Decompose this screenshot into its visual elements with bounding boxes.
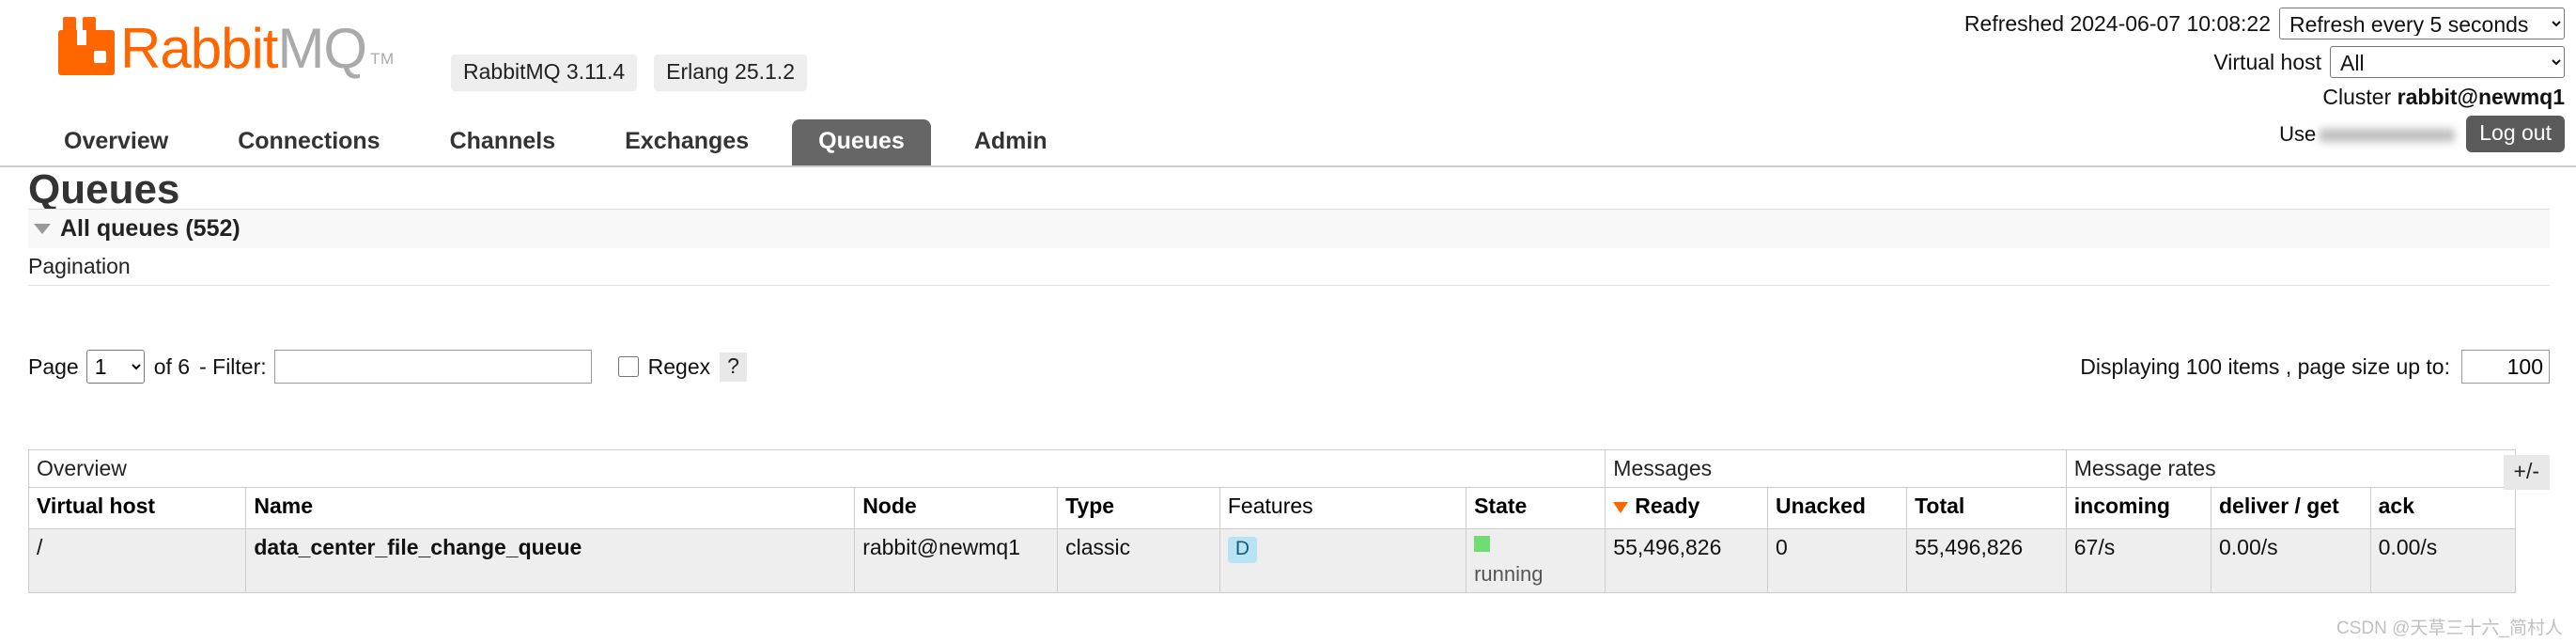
all-queues-label: All queues (552) (60, 215, 241, 242)
cell-node: rabbit@newmq1 (854, 528, 1059, 593)
cell-incoming: 67/s (2065, 528, 2211, 593)
column-virtual-host[interactable]: Virtual host (27, 487, 247, 529)
filter-label: - Filter: (199, 353, 267, 379)
regex-checkbox[interactable] (617, 356, 639, 377)
group-message-rates: Message rates (2065, 449, 2517, 488)
table-column-header-row: Virtual host Name Node Type Features Sta… (27, 487, 2517, 529)
column-node[interactable]: Node (854, 487, 1059, 529)
tab-admin[interactable]: Admin (948, 119, 1074, 165)
state-label: running (1474, 562, 1544, 586)
cell-queue-name[interactable]: data_center_file_change_queue (245, 528, 856, 593)
rabbitmq-logo[interactable]: RabbitMQ TM (58, 17, 395, 77)
page-size-input[interactable] (2461, 350, 2550, 384)
watermark: CSDN @天草三十六_简村人 (2336, 619, 2563, 638)
column-incoming[interactable]: incoming (2065, 487, 2211, 529)
column-type[interactable]: Type (1057, 487, 1220, 529)
badge-erlang-version: Erlang 25.1.2 (654, 55, 807, 91)
virtual-host-label: Virtual host (2213, 49, 2321, 74)
filter-input[interactable] (273, 350, 592, 384)
column-name[interactable]: Name (245, 487, 856, 529)
tab-connections[interactable]: Connections (211, 119, 406, 165)
tab-queues[interactable]: Queues (792, 119, 931, 165)
queues-table-container: +/- Overview Messages Message rates Virt… (27, 449, 2550, 593)
tab-exchanges[interactable]: Exchanges (598, 119, 775, 165)
cell-ack: 0.00/s (2369, 528, 2517, 593)
logo-mq-text: MQ (277, 17, 367, 80)
queues-table: Overview Messages Message rates Virtual … (27, 449, 2517, 593)
nav-tab-list: Overview Connections Channels Exchanges … (0, 118, 2576, 165)
durable-feature-badge[interactable]: D (1227, 537, 1258, 563)
pagination-title: Pagination (28, 254, 2550, 286)
group-messages: Messages (1605, 449, 2067, 488)
table-group-header-row: Overview Messages Message rates (27, 449, 2517, 488)
column-ready[interactable]: Ready (1605, 487, 1769, 529)
toggle-columns-button[interactable]: +/- (2503, 455, 2550, 490)
virtual-host-select[interactable]: All (2330, 46, 2565, 78)
cell-unacked: 0 (1767, 528, 1908, 593)
cluster-line: Cluster rabbit@newmq1 (1851, 85, 2565, 110)
table-row[interactable]: / data_center_file_change_queue rabbit@n… (27, 528, 2517, 593)
main-navigation: Overview Connections Channels Exchanges … (0, 118, 2576, 167)
badge-rabbitmq-version: RabbitMQ 3.11.4 (451, 55, 638, 91)
logo-wordmark: RabbitMQ TM (120, 21, 395, 77)
page-number-select[interactable]: 1 (85, 350, 145, 384)
pagination-right-controls: Displaying 100 items , page size up to: (2080, 350, 2550, 384)
column-deliver-get[interactable]: deliver / get (2210, 487, 2371, 529)
vhost-row: Virtual host All (1851, 46, 2565, 78)
pagination-section: Pagination (28, 254, 2550, 286)
cluster-name: rabbit@newmq1 (2397, 85, 2565, 109)
cell-total: 55,496,826 (1906, 528, 2067, 593)
all-queues-section-header[interactable]: All queues (552) (28, 209, 2550, 248)
refresh-interval-select[interactable]: Refresh every 5 seconds (2279, 8, 2565, 39)
chevron-down-icon[interactable] (34, 224, 51, 234)
column-ack[interactable]: ack (2369, 487, 2517, 529)
column-total[interactable]: Total (1906, 487, 2067, 529)
version-badges: RabbitMQ 3.11.4 Erlang 25.1.2 (451, 55, 807, 91)
cluster-label: Cluster (2322, 85, 2392, 109)
regex-label: Regex (647, 353, 711, 379)
displaying-items-label: Displaying 100 items , page size up to: (2080, 353, 2450, 379)
refresh-row: Refreshed 2024-06-07 10:08:22 Refresh ev… (1851, 8, 2565, 39)
page-title: Queues (28, 166, 180, 212)
column-unacked[interactable]: Unacked (1767, 487, 1908, 529)
cell-deliver-get: 0.00/s (2210, 528, 2371, 593)
tab-channels[interactable]: Channels (424, 119, 582, 165)
pagination-left-controls: Page 1 of 6 - Filter: Regex ? (28, 350, 747, 384)
regex-help-icon[interactable]: ? (720, 352, 747, 382)
group-overview: Overview (27, 449, 1606, 488)
cell-state: running (1466, 528, 1606, 593)
page-count-label: of 6 (153, 353, 191, 379)
state-indicator-icon (1474, 536, 1491, 552)
queue-name-link[interactable]: data_center_file_change_queue (254, 535, 582, 559)
logo-rabbit-text: Rabbit (120, 17, 278, 80)
column-state[interactable]: State (1466, 487, 1606, 529)
cell-ready: 55,496,826 (1605, 528, 1769, 593)
refreshed-timestamp: Refreshed 2024-06-07 10:08:22 (1963, 10, 2271, 36)
cell-features: D (1218, 528, 1467, 593)
column-ready-label: Ready (1635, 494, 1700, 518)
sort-descending-icon (1613, 501, 1629, 513)
page-label: Page (28, 353, 79, 379)
cell-virtual-host: / (27, 528, 247, 593)
tab-overview[interactable]: Overview (38, 119, 194, 165)
rabbit-logo-icon (58, 17, 115, 75)
logo-tm-text: TM (370, 50, 395, 68)
cell-type: classic (1057, 528, 1220, 593)
pagination-controls: Page 1 of 6 - Filter: Regex ? Displaying… (28, 350, 2550, 384)
column-features[interactable]: Features (1218, 487, 1467, 529)
